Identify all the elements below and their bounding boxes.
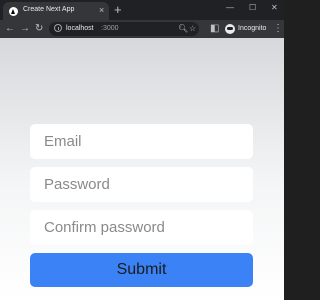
password-field[interactable] xyxy=(30,167,253,202)
email-field[interactable] xyxy=(30,124,253,159)
new-tab-icon[interactable]: + xyxy=(114,3,122,16)
browser-tab[interactable]: Create Next App × xyxy=(3,2,109,20)
minimize-icon[interactable]: — xyxy=(226,3,234,13)
address-bar[interactable]: localhost :3000 🔍︎ ☆ xyxy=(49,22,199,36)
url-port: :3000 xyxy=(101,25,119,32)
confirm-password-field[interactable] xyxy=(30,210,253,245)
forward-arrow-icon[interactable]: → xyxy=(20,23,30,35)
tab-close-icon[interactable]: × xyxy=(99,5,104,15)
tab-title: Create Next App xyxy=(23,6,75,13)
maximize-icon[interactable]: ☐ xyxy=(249,3,256,13)
browser-window: Create Next App × + — ☐ ✕ ← → ↻ localhos… xyxy=(0,0,284,300)
incognito-avatar-icon[interactable] xyxy=(225,24,235,34)
page-content: Submit xyxy=(0,38,284,300)
url-host: localhost xyxy=(66,25,94,32)
site-info-icon[interactable] xyxy=(54,24,62,32)
zoom-icon[interactable]: 🔍︎ xyxy=(178,23,188,35)
reload-icon[interactable]: ↻ xyxy=(35,23,43,35)
close-window-icon[interactable]: ✕ xyxy=(271,3,278,13)
browser-toolbar: ← → ↻ localhost :3000 🔍︎ ☆ ◧ Incognito ⋮ xyxy=(0,20,284,38)
profile-label[interactable]: Incognito xyxy=(238,25,266,32)
submit-button[interactable]: Submit xyxy=(30,253,253,287)
side-panel-icon[interactable]: ◧ xyxy=(210,23,219,35)
bookmark-star-icon[interactable]: ☆ xyxy=(189,23,196,35)
menu-icon[interactable]: ⋮ xyxy=(273,23,283,35)
nextjs-favicon-icon xyxy=(9,7,18,16)
back-arrow-icon[interactable]: ← xyxy=(5,23,15,35)
tab-strip: Create Next App × + — ☐ ✕ xyxy=(0,0,284,20)
